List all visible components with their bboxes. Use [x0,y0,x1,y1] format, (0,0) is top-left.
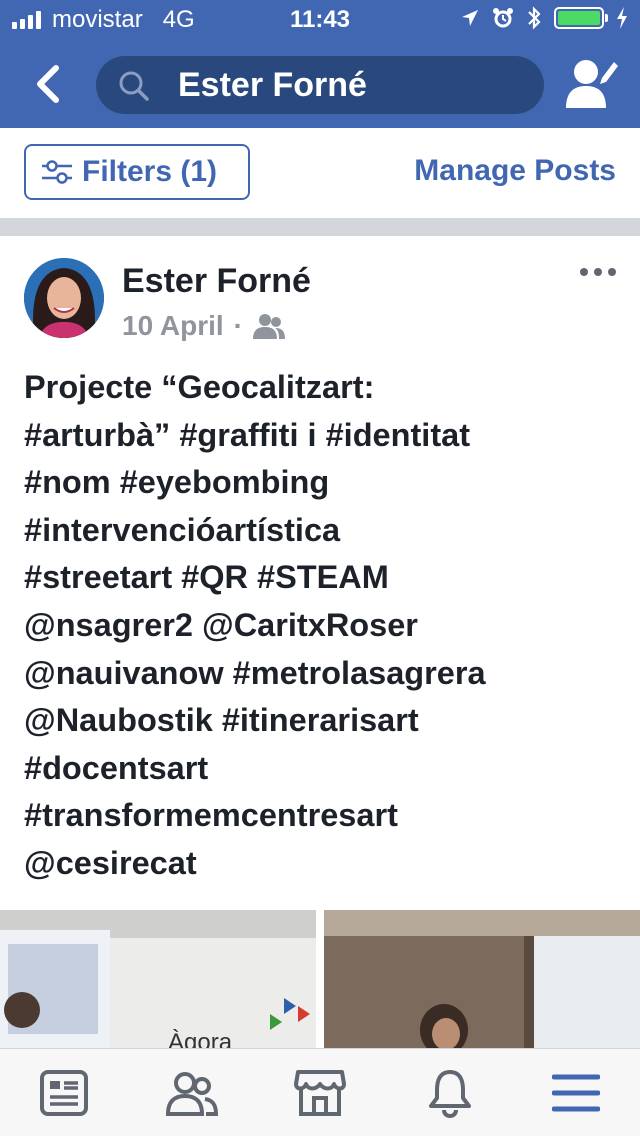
post-photo[interactable] [324,910,640,1050]
tab-notifications[interactable] [420,1063,480,1123]
friends-icon [165,1072,219,1116]
menu-icon [552,1074,600,1112]
news-feed-icon [40,1070,88,1116]
filters-label: Filters (1) [82,155,218,188]
friends-privacy-icon [253,314,285,339]
profile-edit-icon[interactable] [566,56,618,110]
tab-news-feed[interactable] [34,1063,94,1123]
post-meta: 10 April · [122,310,285,342]
search-input[interactable]: Ester Forné [96,56,544,114]
section-divider [0,218,640,236]
more-options-icon[interactable] [580,268,616,276]
svg-text:Àgora: Àgora [168,1029,233,1050]
bluetooth-icon [528,6,541,30]
back-arrow-icon[interactable] [28,60,68,108]
tab-menu[interactable] [546,1063,606,1123]
search-icon [119,71,149,101]
charging-icon [617,7,627,29]
marketplace-icon [294,1070,346,1116]
battery-icon [554,7,608,29]
notifications-icon [429,1070,471,1118]
top-bar: movistar 4G 11:43 Ester Forné [0,0,640,128]
tab-friends[interactable] [162,1063,222,1123]
tab-marketplace[interactable] [290,1063,350,1123]
post-photo[interactable]: Àgora [0,910,316,1050]
status-bar: movistar 4G 11:43 [0,0,640,40]
avatar[interactable] [24,258,104,338]
manage-posts-link[interactable]: Manage Posts [414,154,616,188]
filters-button[interactable]: Filters (1) [24,144,250,200]
filter-bar: Filters (1) Manage Posts [0,128,640,218]
alarm-icon [493,8,513,28]
navigation-bar: Ester Forné [0,40,640,128]
post-author-name[interactable]: Ester Forné [122,262,311,301]
search-query: Ester Forné [178,66,367,104]
post-date[interactable]: 10 April [122,310,224,342]
bottom-tab-bar [0,1048,640,1136]
filter-sliders-icon [42,160,72,184]
location-icon [462,10,478,26]
post-text: Projecte “Geocalitzart: #arturbà” #graff… [24,369,486,881]
meta-separator: · [233,310,243,341]
